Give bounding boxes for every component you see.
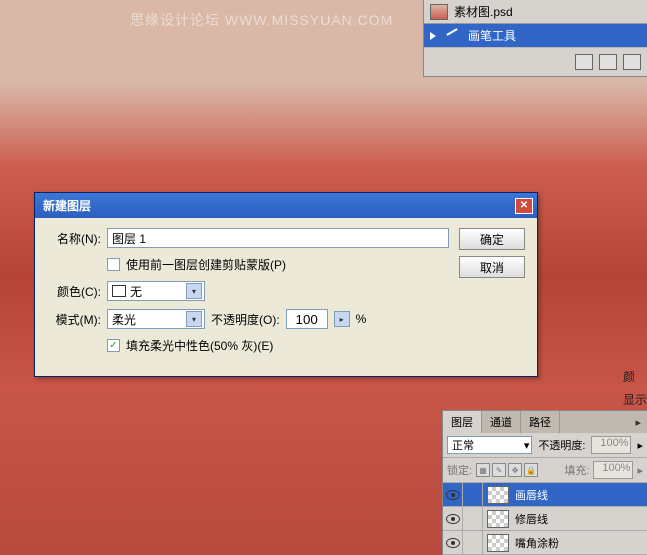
mode-label: 模式(M): bbox=[47, 311, 101, 328]
new-layer-dialog: 新建图层 ✕ 名称(N): 使用前一图层创建剪贴蒙版(P) 颜色(C): 无 ▾… bbox=[34, 192, 538, 377]
side-label-a: 颜 bbox=[623, 368, 647, 385]
lock-position-icon[interactable]: ✥ bbox=[508, 463, 522, 477]
panel-menu-icon[interactable]: ▸ bbox=[629, 416, 647, 429]
chevron-down-icon: ▾ bbox=[524, 439, 530, 452]
side-label-b: 显示 bbox=[623, 391, 647, 408]
layer-opacity-label: 不透明度: bbox=[538, 437, 585, 453]
fill-checkbox[interactable] bbox=[107, 339, 120, 352]
fill-label: 填充柔光中性色(50% 灰)(E) bbox=[126, 337, 273, 354]
layer-list: 画唇线修唇线嘴角涂粉 bbox=[443, 483, 647, 555]
layer-row[interactable]: 画唇线 bbox=[443, 483, 647, 507]
watermark-text: 思缘设计论坛 WWW.MISSYUAN.COM bbox=[130, 10, 393, 30]
color-label: 颜色(C): bbox=[47, 283, 101, 300]
opacity-label: 不透明度(O): bbox=[211, 311, 280, 328]
eye-icon bbox=[446, 538, 460, 548]
opacity-input[interactable] bbox=[286, 309, 328, 329]
tab-layers[interactable]: 图层 bbox=[443, 411, 482, 433]
visibility-toggle[interactable] bbox=[443, 483, 463, 506]
chevron-down-icon: ▾ bbox=[186, 311, 202, 327]
trash-icon[interactable] bbox=[623, 54, 641, 70]
lock-pixels-icon[interactable]: ✎ bbox=[492, 463, 506, 477]
layer-name-input[interactable] bbox=[107, 228, 449, 248]
history-doc-name: 素材图.psd bbox=[454, 3, 513, 20]
link-cell[interactable] bbox=[463, 531, 483, 554]
opacity-unit: % bbox=[356, 312, 367, 326]
opacity-stepper-icon[interactable]: ▸ bbox=[334, 311, 350, 327]
layer-name-label: 嘴角涂粉 bbox=[513, 535, 647, 551]
blend-mode-value: 正常 bbox=[452, 437, 474, 453]
chevron-down-icon: ▾ bbox=[186, 283, 202, 299]
history-panel: 素材图.psd 画笔工具 bbox=[423, 0, 647, 77]
layer-name-label: 修唇线 bbox=[513, 511, 647, 527]
link-cell[interactable] bbox=[463, 507, 483, 530]
color-select[interactable]: 无 ▾ bbox=[107, 281, 205, 301]
visibility-toggle[interactable] bbox=[443, 531, 463, 554]
layers-panel: 图层 通道 路径 ▸ 正常 ▾ 不透明度: 100% ▸ 锁定: ▦ ✎ ✥ 🔒… bbox=[442, 410, 647, 555]
tab-channels[interactable]: 通道 bbox=[482, 411, 521, 433]
lock-transparency-icon[interactable]: ▦ bbox=[476, 463, 490, 477]
layer-thumb bbox=[487, 486, 509, 504]
side-labels: 颜 显示 bbox=[623, 368, 647, 408]
clip-checkbox[interactable] bbox=[107, 258, 120, 271]
layer-name-label: 画唇线 bbox=[513, 487, 647, 503]
layer-thumb bbox=[487, 510, 509, 528]
cancel-button[interactable]: 取消 bbox=[459, 256, 525, 278]
name-label: 名称(N): bbox=[47, 230, 101, 247]
tab-paths[interactable]: 路径 bbox=[521, 411, 560, 433]
mode-select[interactable]: 柔光 ▾ bbox=[107, 309, 205, 329]
link-cell[interactable] bbox=[463, 483, 483, 506]
layer-opacity-input[interactable]: 100% bbox=[591, 436, 631, 454]
play-icon bbox=[430, 32, 436, 40]
dialog-title: 新建图层 bbox=[43, 197, 91, 214]
layer-fill-label: 填充: bbox=[564, 462, 589, 478]
history-header: 素材图.psd bbox=[424, 0, 647, 24]
lock-all-icon[interactable]: 🔒 bbox=[524, 463, 538, 477]
history-item[interactable]: 画笔工具 bbox=[424, 24, 647, 47]
brush-icon bbox=[444, 29, 460, 43]
history-item-label: 画笔工具 bbox=[468, 27, 516, 44]
close-icon[interactable]: ✕ bbox=[515, 198, 533, 214]
eye-icon bbox=[446, 514, 460, 524]
panel-tabs: 图层 通道 路径 ▸ bbox=[443, 411, 647, 433]
blend-mode-select[interactable]: 正常 ▾ bbox=[447, 436, 532, 454]
new-snapshot-icon[interactable] bbox=[599, 54, 617, 70]
history-footer bbox=[424, 47, 647, 76]
layer-thumb bbox=[487, 534, 509, 552]
eye-icon bbox=[446, 490, 460, 500]
color-value: 无 bbox=[130, 283, 142, 300]
visibility-toggle[interactable] bbox=[443, 507, 463, 530]
layer-row[interactable]: 嘴角涂粉 bbox=[443, 531, 647, 555]
mode-value: 柔光 bbox=[112, 311, 136, 328]
fill-stepper-icon[interactable]: ▸ bbox=[637, 464, 643, 477]
lock-label: 锁定: bbox=[447, 462, 472, 478]
clip-label: 使用前一图层创建剪贴蒙版(P) bbox=[126, 256, 286, 273]
ok-button[interactable]: 确定 bbox=[459, 228, 525, 250]
opacity-stepper-icon[interactable]: ▸ bbox=[637, 439, 643, 452]
dialog-titlebar[interactable]: 新建图层 ✕ bbox=[35, 193, 537, 218]
layer-fill-input[interactable]: 100% bbox=[593, 461, 633, 479]
swatch-icon bbox=[112, 285, 126, 297]
layer-row[interactable]: 修唇线 bbox=[443, 507, 647, 531]
history-doc-thumb bbox=[430, 4, 448, 20]
new-doc-icon[interactable] bbox=[575, 54, 593, 70]
